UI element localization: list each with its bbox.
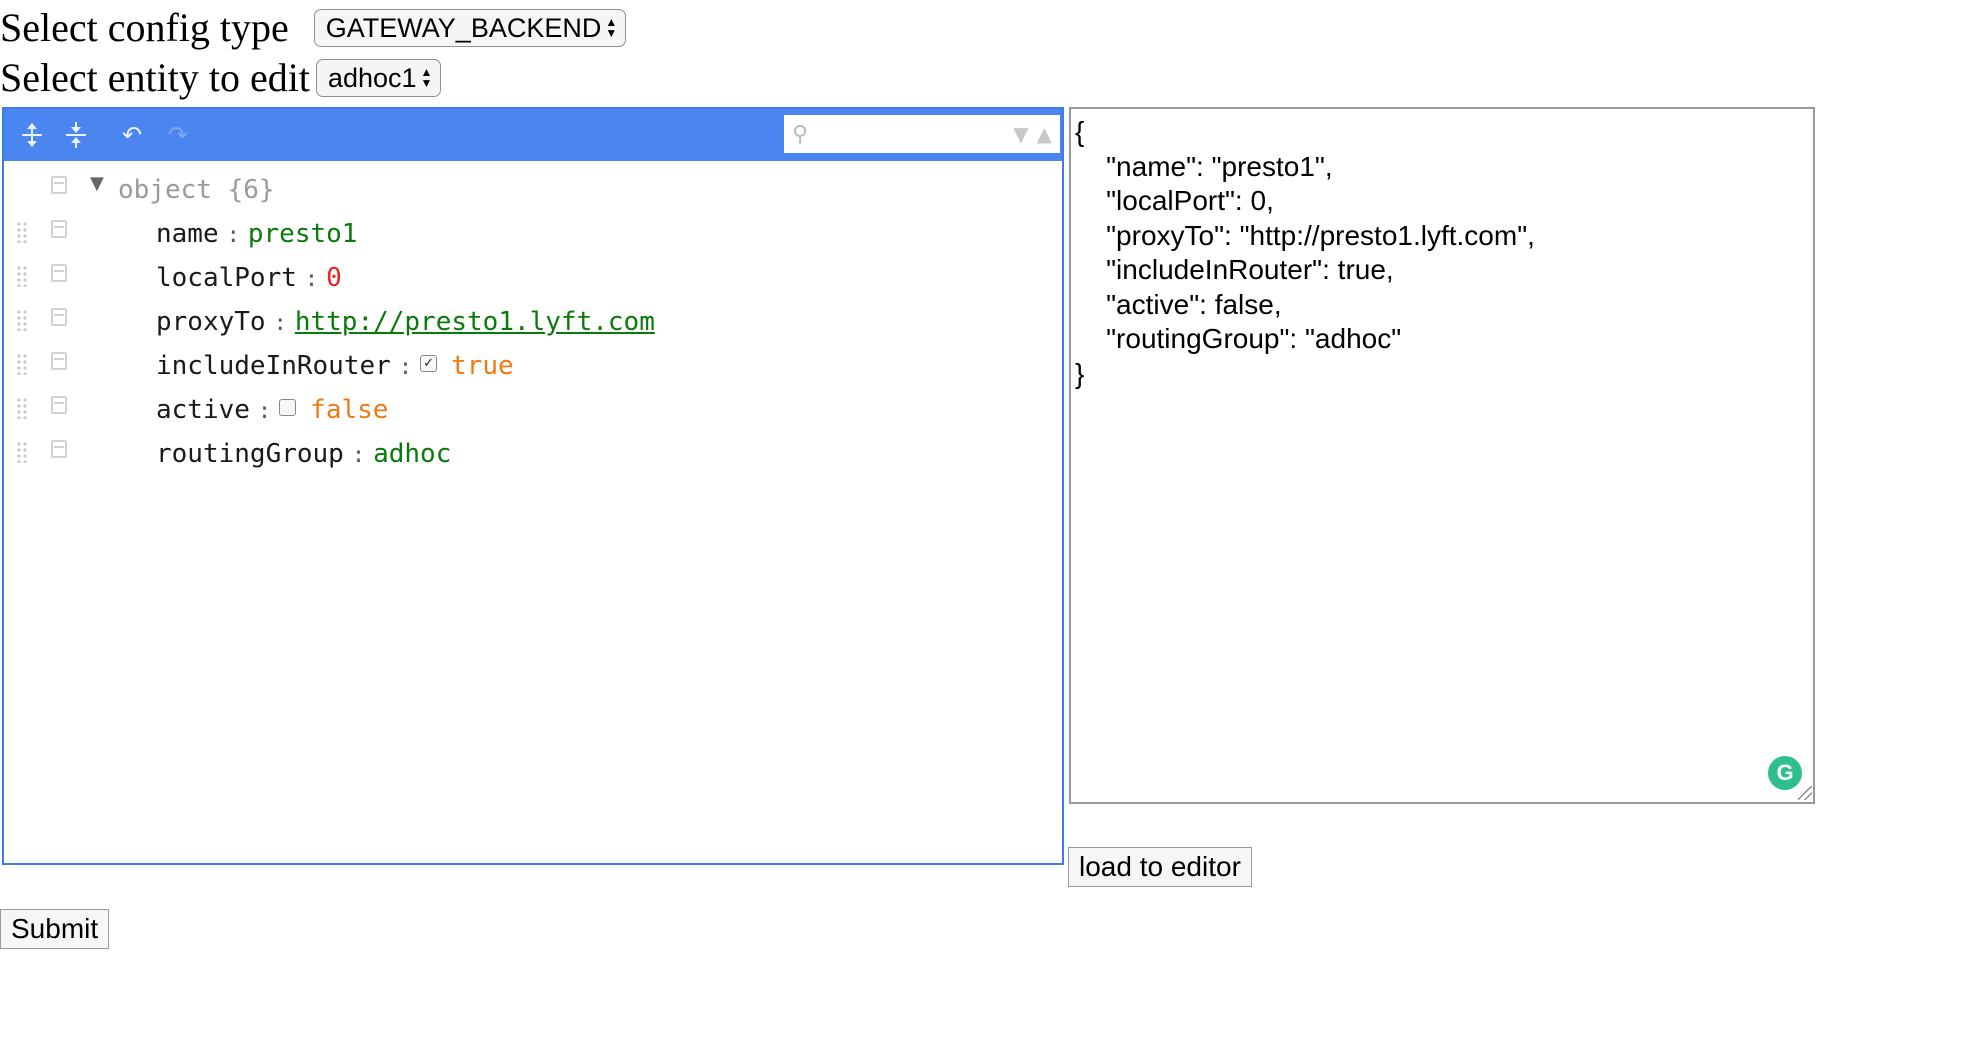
context-menu-icon[interactable] bbox=[51, 440, 67, 458]
context-menu-icon[interactable] bbox=[51, 396, 67, 414]
tree-field-row: proxyTo: http://presto1.lyft.com bbox=[4, 301, 1062, 345]
root-node: object {6} bbox=[118, 175, 275, 205]
drag-handle-icon[interactable] bbox=[16, 397, 28, 419]
drag-handle-icon[interactable] bbox=[16, 221, 28, 243]
search-icon: ⚲ bbox=[792, 121, 809, 147]
field-key[interactable]: localPort bbox=[156, 263, 297, 293]
context-menu-icon[interactable] bbox=[51, 176, 67, 194]
drag-handle-icon[interactable] bbox=[16, 353, 28, 375]
entity-row: Select entity to edit adhoc1 ▲ ▼ bbox=[0, 55, 442, 100]
field-value[interactable]: true bbox=[451, 351, 514, 381]
field-value-link[interactable]: http://presto1.lyft.com bbox=[295, 307, 655, 337]
select-arrows-icon: ▲ ▼ bbox=[420, 65, 433, 90]
field-key[interactable]: includeInRouter bbox=[156, 351, 391, 381]
drag-handle-icon[interactable] bbox=[16, 309, 28, 331]
tree-field-row: active: false bbox=[4, 389, 1062, 433]
search-box: ⚲ ▼ ▲ bbox=[784, 115, 1060, 153]
context-menu-icon[interactable] bbox=[51, 352, 67, 370]
submit-button[interactable]: Submit bbox=[0, 909, 110, 949]
resize-grip-icon[interactable] bbox=[1798, 786, 1812, 800]
field-separator: : bbox=[273, 311, 287, 336]
expand-all-icon[interactable] bbox=[16, 119, 48, 151]
tree-root-row: ▼ object {6} bbox=[4, 169, 1062, 213]
config-type-value: GATEWAY_BACKEND bbox=[325, 12, 602, 43]
undo-icon[interactable]: ↶ bbox=[116, 119, 148, 151]
entity-value: adhoc1 bbox=[327, 62, 417, 93]
field-key[interactable]: proxyTo bbox=[156, 307, 266, 337]
tree-field-row: name: presto1 bbox=[4, 213, 1062, 257]
config-type-row: Select config type GATEWAY_BACKEND ▲ ▼ bbox=[0, 5, 627, 50]
json-tree-editor: ↶ ↷ ⚲ ▼ ▲ ▼ object {6} name: presto1 loc… bbox=[2, 107, 1064, 865]
collapse-triangle-icon[interactable]: ▼ bbox=[90, 173, 104, 194]
config-type-select[interactable]: GATEWAY_BACKEND ▲ ▼ bbox=[313, 9, 627, 47]
context-menu-icon[interactable] bbox=[51, 308, 67, 326]
grammarly-icon[interactable]: G bbox=[1768, 756, 1802, 790]
field-separator: : bbox=[226, 223, 240, 248]
drag-handle-icon[interactable] bbox=[16, 265, 28, 287]
tree-field-row: localPort:0 bbox=[4, 257, 1062, 301]
root-type: object bbox=[118, 175, 212, 205]
field-separator: : bbox=[398, 355, 413, 380]
redo-icon[interactable]: ↷ bbox=[162, 119, 194, 151]
field-value[interactable]: adhoc bbox=[373, 439, 451, 469]
search-previous-icon[interactable]: ▲ bbox=[1037, 122, 1052, 146]
field-value[interactable]: presto1 bbox=[248, 219, 358, 249]
boolean-checkbox-unchecked[interactable] bbox=[279, 399, 297, 416]
field-key[interactable]: active bbox=[156, 395, 250, 425]
search-input[interactable] bbox=[814, 118, 1014, 150]
field-separator: : bbox=[304, 267, 319, 292]
field-key[interactable]: name bbox=[156, 219, 219, 249]
search-next-icon[interactable]: ▼ bbox=[1013, 122, 1028, 146]
tree-body: ▼ object {6} name: presto1 localPort:0 p… bbox=[4, 161, 1062, 863]
field-value[interactable]: 0 bbox=[326, 263, 342, 293]
field-key[interactable]: routingGroup bbox=[156, 439, 344, 469]
tree-field-row: routingGroup: adhoc bbox=[4, 433, 1062, 477]
drag-handle-icon[interactable] bbox=[16, 441, 28, 463]
root-count: {6} bbox=[227, 175, 275, 205]
context-menu-icon[interactable] bbox=[51, 220, 67, 238]
field-separator: : bbox=[257, 399, 272, 424]
load-to-editor-button[interactable]: load to editor bbox=[1068, 847, 1252, 887]
boolean-checkbox-checked[interactable]: ✓ bbox=[420, 355, 438, 372]
field-value[interactable]: false bbox=[310, 395, 388, 425]
editor-menu-bar: ↶ ↷ ⚲ ▼ ▲ bbox=[4, 109, 1062, 161]
entity-select[interactable]: adhoc1 ▲ ▼ bbox=[315, 59, 442, 97]
collapse-all-icon[interactable] bbox=[60, 119, 92, 151]
tree-field-row: includeInRouter: ✓ true bbox=[4, 345, 1062, 389]
select-arrows-icon: ▲ ▼ bbox=[605, 15, 618, 40]
context-menu-icon[interactable] bbox=[51, 264, 67, 282]
config-type-label: Select config type bbox=[0, 5, 289, 50]
field-separator: : bbox=[351, 443, 366, 468]
entity-label: Select entity to edit bbox=[0, 55, 310, 100]
raw-json-textarea[interactable]: { "name": "presto1", "localPort": 0, "pr… bbox=[1069, 107, 1815, 804]
